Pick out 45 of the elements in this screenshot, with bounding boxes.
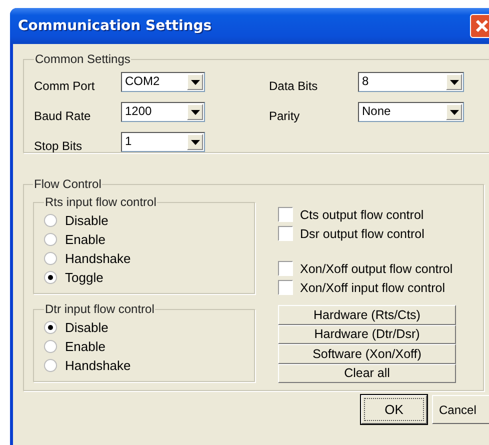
checkbox-option[interactable]: Cts output flow control bbox=[278, 205, 458, 224]
radio-button[interactable] bbox=[44, 214, 57, 227]
dropdown[interactable]: 1 bbox=[121, 132, 205, 152]
close-icon bbox=[475, 19, 489, 33]
dropdown[interactable]: 1200 bbox=[121, 102, 205, 122]
preset-button[interactable]: Clear all bbox=[278, 364, 456, 383]
dialog-button[interactable]: OK bbox=[361, 395, 427, 424]
field-label: Data Bits bbox=[269, 78, 319, 93]
dropdown[interactable]: 8 bbox=[358, 72, 464, 92]
radio-option[interactable]: Enable bbox=[44, 230, 254, 249]
dialog-button[interactable]: Cancel bbox=[432, 395, 489, 424]
dropdown[interactable]: COM2 bbox=[121, 72, 205, 92]
preset-button[interactable]: Hardware (Rts/Cts) bbox=[278, 305, 456, 324]
radio-button[interactable] bbox=[44, 359, 57, 372]
checkbox-option[interactable]: Xon/Xoff input flow control bbox=[278, 278, 458, 297]
group-title: Common Settings bbox=[34, 52, 132, 66]
checkbox-option[interactable]: Dsr output flow control bbox=[278, 224, 458, 243]
radio-button[interactable] bbox=[44, 271, 57, 284]
dropdown[interactable]: None bbox=[358, 102, 464, 122]
window-title: Communication Settings bbox=[18, 18, 212, 34]
group-title: Rts input flow control bbox=[44, 195, 158, 209]
checkbox-option[interactable]: Xon/Xoff output flow control bbox=[278, 259, 458, 278]
radio-button[interactable] bbox=[44, 233, 57, 246]
field-label: Stop Bits bbox=[34, 138, 84, 153]
group-title: Dtr input flow control bbox=[44, 302, 156, 316]
radio-option[interactable]: Handshake bbox=[44, 249, 254, 268]
checkbox[interactable] bbox=[278, 207, 293, 222]
radio-option[interactable]: Enable bbox=[44, 337, 254, 356]
radio-option[interactable]: Handshake bbox=[44, 356, 254, 375]
preset-button[interactable]: Software (Xon/Xoff) bbox=[278, 344, 456, 364]
checkbox[interactable] bbox=[278, 261, 293, 276]
checkbox[interactable] bbox=[278, 226, 293, 241]
field-label: Parity bbox=[269, 108, 301, 123]
radio-option[interactable]: Disable bbox=[44, 318, 254, 337]
radio-option[interactable]: Disable bbox=[44, 211, 254, 230]
group-title: Flow Control bbox=[33, 177, 102, 191]
radio-button[interactable] bbox=[44, 340, 57, 353]
radio-option[interactable]: Toggle bbox=[44, 268, 254, 287]
field-label: Comm Port bbox=[34, 78, 96, 93]
close-button[interactable] bbox=[470, 14, 489, 38]
radio-button[interactable] bbox=[44, 321, 57, 334]
preset-button[interactable]: Hardware (Dtr/Dsr) bbox=[278, 324, 456, 344]
field-label: Baud Rate bbox=[34, 108, 92, 123]
checkbox[interactable] bbox=[278, 280, 293, 295]
radio-button[interactable] bbox=[44, 252, 57, 265]
